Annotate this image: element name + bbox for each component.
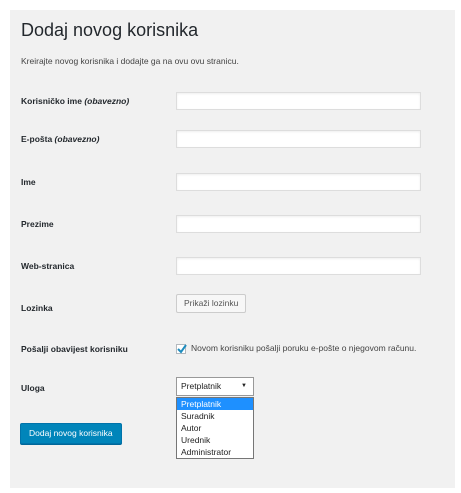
show-password-button[interactable]: Prikaži lozinku — [176, 294, 247, 313]
last-name-label: Prezime — [21, 219, 54, 229]
dropdown-arrow-icon: ▼ — [241, 383, 247, 389]
role-selected-value: Pretplatnik — [181, 381, 222, 391]
last-name-input[interactable] — [176, 215, 421, 233]
username-label-text: Korisničko ime — [21, 96, 82, 106]
email-label-text: E-pošta — [21, 134, 53, 144]
page-description: Kreirajte novog korisnika i dodajte ga n… — [21, 56, 239, 66]
notify-checkbox[interactable] — [176, 344, 187, 354]
email-required-note: (obavezno) — [54, 134, 100, 144]
role-select[interactable]: Pretplatnik ▼ — [176, 377, 254, 396]
role-option-pretplatnik[interactable]: Pretplatnik — [177, 398, 253, 410]
password-label: Lozinka — [21, 303, 53, 313]
role-dropdown-list: Pretplatnik Suradnik Autor Urednik Admin… — [176, 397, 254, 459]
role-option-administrator[interactable]: Administrator — [177, 446, 253, 458]
add-user-panel: Dodaj novog korisnika Kreirajte novog ko… — [10, 10, 455, 488]
checkmark-icon — [177, 344, 187, 354]
notify-label: Pošalji obavijest korisniku — [21, 344, 128, 354]
website-label: Web-stranica — [21, 261, 75, 271]
website-input[interactable] — [176, 257, 421, 275]
page-title: Dodaj novog korisnika — [21, 20, 199, 40]
username-input[interactable] — [176, 92, 421, 110]
role-option-autor[interactable]: Autor — [177, 422, 253, 434]
add-new-user-button[interactable]: Dodaj novog korisnika — [20, 423, 122, 444]
email-label: E-pošta (obavezno) — [21, 134, 99, 144]
username-required-note: (obavezno) — [84, 96, 130, 106]
role-option-suradnik[interactable]: Suradnik — [177, 410, 253, 422]
first-name-label: Ime — [21, 177, 36, 187]
first-name-input[interactable] — [176, 173, 421, 191]
role-label: Uloga — [21, 383, 45, 393]
username-label: Korisničko ime (obavezno) — [21, 96, 129, 106]
role-option-urednik[interactable]: Urednik — [177, 434, 253, 446]
notify-checkbox-label[interactable]: Novom korisniku pošalji poruku e-pošte o… — [191, 343, 416, 353]
email-input[interactable] — [176, 130, 421, 148]
